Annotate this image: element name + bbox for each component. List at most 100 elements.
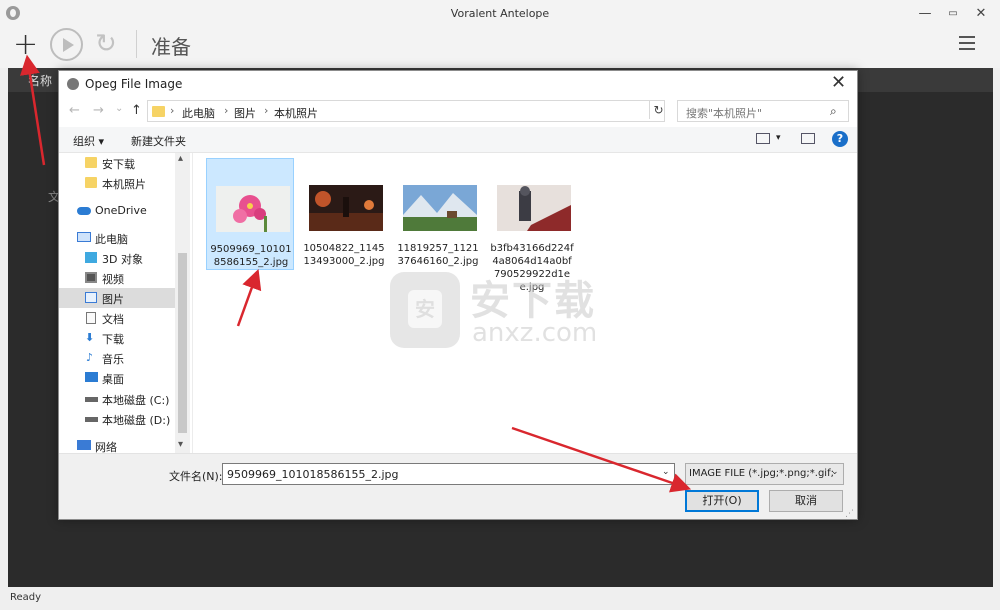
nav-item-local-photos[interactable]: 本机照片 [59,173,175,193]
dialog-close-button[interactable]: ✕ [831,73,846,93]
refresh-icon[interactable]: ↻ [95,29,117,59]
search-placeholder: 搜索"本机照片" [686,107,763,120]
dialog-footer: 文件名(N): 9509969_101018586155_2.jpg ⌄ IMA… [59,453,857,519]
folder-icon [85,157,97,168]
play-icon[interactable] [50,28,83,61]
breadcrumb-item[interactable]: 此电脑 [182,105,215,121]
scrollbar-thumb[interactable] [178,253,187,433]
preview-pane-icon[interactable] [801,133,815,144]
navigation-pane: 安下载 本机照片 OneDrive 此电脑 3D 对象 视频 图片 文档 ⬇ 下… [59,153,191,453]
view-mode-icon[interactable] [756,133,770,144]
app-title: Voralent Antelope [450,7,550,20]
nav-item-label: 桌面 [102,373,124,386]
breadcrumb-separator: › [264,104,269,117]
document-icon [86,312,96,324]
maximize-button[interactable]: ▭ [939,4,967,24]
status-text: Ready [10,592,42,603]
toolbar-divider [136,30,137,58]
nav-item-label: 本地磁盘 (C:) [102,394,170,407]
help-icon[interactable]: ? [832,131,848,147]
app-statusbar: Ready [0,587,1000,610]
cancel-button[interactable]: 取消 [769,490,843,512]
cube-icon [85,252,97,263]
file-item[interactable]: 11819257_112137646160_2.jpg [394,158,482,270]
column-name[interactable]: 名称 [28,72,52,89]
filename-input[interactable]: 9509969_101018586155_2.jpg [222,463,675,485]
nav-item-label: 音乐 [102,353,124,366]
up-arrow-icon[interactable]: ↑ [131,103,142,118]
breadcrumb-separator: › [224,104,229,117]
image-thumbnail [309,185,383,231]
dialog-logo-icon [67,78,79,90]
open-button[interactable]: 打开(O) [685,490,759,512]
close-button[interactable]: ✕ [967,4,995,24]
address-row: ← → ⌄ ↑ › 此电脑 › 图片 › 本机照片 ⌄ ↻ 搜索"本机照片" ⌕ [59,97,857,125]
nav-item-onedrive[interactable]: OneDrive [59,201,175,221]
address-refresh-icon[interactable]: ↻ [649,101,667,119]
breadcrumb-item[interactable]: 图片 [234,105,256,121]
music-icon: ♪ [86,351,94,364]
view-menu-dropdown-icon[interactable]: ▾ [776,133,781,143]
resize-grip-icon[interactable]: ⋰ [845,509,854,519]
app-toolbar: + ↻ 准备 [0,28,1000,68]
nav-item-3d-objects[interactable]: 3D 对象 [59,248,175,268]
nav-item-label: OneDrive [95,204,147,217]
pictures-icon [85,292,97,303]
desktop-icon [85,372,98,382]
dialog-title: Opeg File Image [85,77,183,91]
search-input[interactable]: 搜索"本机照片" ⌕ [677,100,849,122]
breadcrumb-separator: › [170,104,175,117]
nav-item-this-pc[interactable]: 此电脑 [59,228,175,248]
nav-scrollbar[interactable]: ▴ ▾ [175,153,190,453]
address-bar[interactable]: › 此电脑 › 图片 › 本机照片 ⌄ [147,100,733,122]
app-titlebar: Voralent Antelope — ▭ ✕ [0,0,1000,28]
folder-icon [85,177,97,188]
scroll-up-icon[interactable]: ▴ [178,153,183,164]
image-thumbnail [403,185,477,231]
nav-item-label: 视频 [102,273,124,286]
video-icon [85,272,97,283]
minimize-button[interactable]: — [911,4,939,24]
nav-item-videos[interactable]: 视频 [59,268,175,288]
toolbar-status: 准备 [151,35,191,59]
search-icon[interactable]: ⌕ [830,104,837,119]
new-folder-button[interactable]: 新建文件夹 [131,133,186,149]
drive-icon [85,397,98,402]
image-thumbnail [497,185,571,231]
recent-dropdown-icon[interactable]: ⌄ [115,103,123,114]
file-name: 9509969_101018586155_2.jpg [210,244,292,268]
file-type-select[interactable]: IMAGE FILE (*.jpg;*.png;*.gif; [685,463,844,485]
nav-item-downloads-folder[interactable]: 安下载 [59,153,175,173]
nav-item-label: 此电脑 [95,233,128,246]
forward-arrow-icon[interactable]: → [93,103,104,118]
file-name: 10504822_114513493000_2.jpg [303,243,385,267]
nav-item-pictures[interactable]: 图片 [59,288,175,308]
file-item[interactable]: 9509969_101018586155_2.jpg [206,158,294,270]
file-item[interactable]: b3fb43166d224f4a8064d14a0bf790529922d1ee… [488,158,576,293]
nav-item-drive-d[interactable]: 本地磁盘 (D:) [59,409,175,429]
organize-menu[interactable]: 组织 ▾ [73,133,104,149]
add-file-button[interactable]: + [13,30,38,60]
folder-icon [152,106,165,117]
nav-item-label: 网络 [95,441,117,453]
watermark-shield-text: 安 [408,290,442,328]
watermark-domain-text: anxz.com [472,318,598,348]
filename-dropdown-icon[interactable]: ⌄ [662,467,670,477]
scroll-down-icon[interactable]: ▾ [178,439,183,450]
back-arrow-icon[interactable]: ← [69,103,80,118]
nav-item-label: 本机照片 [102,178,146,191]
nav-item-music[interactable]: ♪ 音乐 [59,348,175,368]
nav-item-documents[interactable]: 文档 [59,308,175,328]
file-type-dropdown-icon[interactable]: ⌄ [831,467,839,477]
breadcrumb-item[interactable]: 本机照片 [274,105,318,121]
drive-icon [85,417,98,422]
nav-item-downloads[interactable]: ⬇ 下载 [59,328,175,348]
command-bar: 组织 ▾ 新建文件夹 ▾ ? [59,127,857,153]
nav-item-network[interactable]: 网络 [59,436,175,453]
file-item[interactable]: 10504822_114513493000_2.jpg [300,158,388,270]
nav-item-drive-c[interactable]: 本地磁盘 (C:) [59,389,175,409]
hamburger-menu-icon[interactable] [959,36,975,54]
nav-item-desktop[interactable]: 桌面 [59,368,175,388]
nav-item-label: 图片 [102,293,124,306]
watermark-shield-icon: 安 [390,272,460,348]
